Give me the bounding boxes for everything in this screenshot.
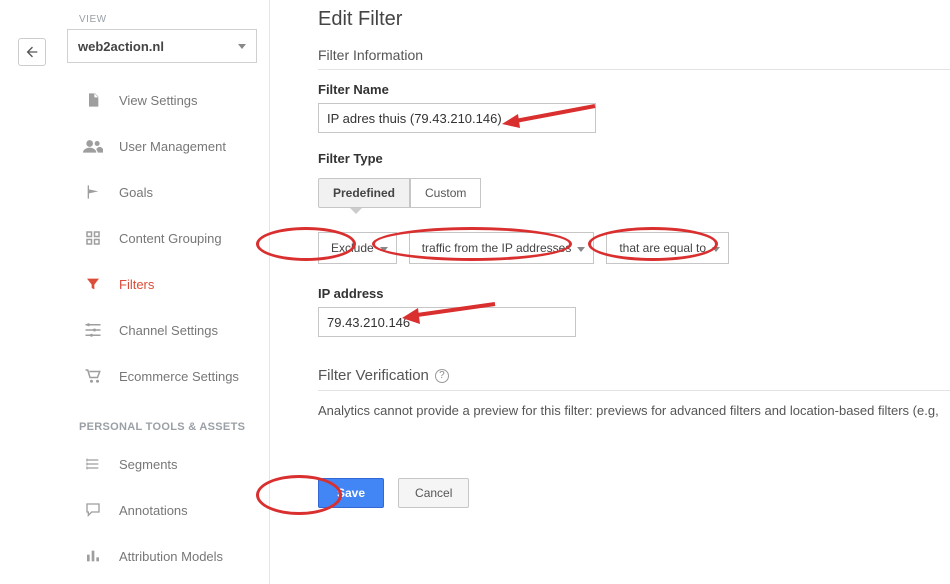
- sidebar-item-label: View Settings: [119, 93, 198, 108]
- chevron-down-icon: [712, 247, 720, 252]
- divider: [318, 390, 950, 391]
- sidebar-item-label: Filters: [119, 277, 154, 292]
- filter-name-label: Filter Name: [318, 82, 950, 97]
- sidebar-item-label: User Management: [119, 139, 226, 154]
- seg-predefined[interactable]: Predefined: [318, 178, 410, 208]
- seg-custom[interactable]: Custom: [410, 178, 481, 208]
- ip-input[interactable]: [318, 307, 576, 337]
- sidebar-item-filters[interactable]: Filters: [55, 261, 269, 307]
- segments-icon: [81, 456, 105, 472]
- chevron-down-icon: [577, 247, 585, 252]
- users-icon: [81, 139, 105, 153]
- grouping-icon: [81, 230, 105, 246]
- sidebar-item-label: Goals: [119, 185, 153, 200]
- dropdown-expression[interactable]: that are equal to: [606, 232, 729, 264]
- channel-icon: [81, 323, 105, 337]
- ip-label: IP address: [318, 286, 950, 301]
- filter-verification-title: Filter Verification ?: [318, 367, 950, 384]
- sidebar-item-label: Ecommerce Settings: [119, 369, 239, 384]
- back-button[interactable]: [18, 38, 46, 66]
- sidebar-item-segments[interactable]: Segments: [55, 441, 269, 487]
- filter-name-input[interactable]: [318, 103, 596, 133]
- filter-type-toggle: Predefined Custom: [318, 178, 481, 208]
- divider: [318, 69, 950, 70]
- sidebar-item-content-grouping[interactable]: Content Grouping: [55, 215, 269, 261]
- speech-icon: [81, 502, 105, 518]
- filter-icon: [81, 276, 105, 292]
- arrow-back-icon: [24, 44, 40, 60]
- sidebar-item-label: Content Grouping: [119, 231, 222, 246]
- save-button[interactable]: Save: [318, 478, 384, 508]
- view-selector[interactable]: web2action.nl: [67, 29, 257, 63]
- sidebar-item-goals[interactable]: Goals: [55, 169, 269, 215]
- sidebar-item-attribution-models[interactable]: Attribution Models: [55, 533, 269, 579]
- chevron-down-icon: [238, 44, 246, 49]
- sidebar-item-label: Attribution Models: [119, 549, 223, 564]
- bars-icon: [81, 548, 105, 564]
- sidebar-item-ecommerce-settings[interactable]: Ecommerce Settings: [55, 353, 269, 399]
- sidebar: VIEW web2action.nl View Settings User Ma…: [55, 0, 270, 584]
- main-content: Edit Filter Filter Information Filter Na…: [270, 0, 950, 584]
- sidebar-item-channel-settings[interactable]: Channel Settings: [55, 307, 269, 353]
- flag-icon: [81, 183, 105, 201]
- dropdown-exclude[interactable]: Exclude: [318, 232, 397, 264]
- cart-icon: [81, 368, 105, 384]
- sidebar-item-user-management[interactable]: User Management: [55, 123, 269, 169]
- seg-pointer-icon: [350, 208, 362, 214]
- sidebar-item-annotations[interactable]: Annotations: [55, 487, 269, 533]
- view-selected: web2action.nl: [78, 39, 164, 54]
- document-icon: [81, 91, 105, 109]
- sidebar-item-label: Segments: [119, 457, 178, 472]
- sidebar-item-view-settings[interactable]: View Settings: [55, 77, 269, 123]
- filter-info-title: Filter Information: [318, 47, 950, 63]
- verify-text: Analytics cannot provide a preview for t…: [318, 403, 950, 418]
- dropdown-traffic-source[interactable]: traffic from the IP addresses: [409, 232, 595, 264]
- filter-type-label: Filter Type: [318, 151, 950, 166]
- personal-tools-header: PERSONAL TOOLS & ASSETS: [79, 421, 269, 433]
- sidebar-item-label: Annotations: [119, 503, 188, 518]
- sidebar-item-label: Channel Settings: [119, 323, 218, 338]
- cancel-button[interactable]: Cancel: [398, 478, 469, 508]
- chevron-down-icon: [380, 247, 388, 252]
- view-label: VIEW: [79, 14, 269, 25]
- page-title: Edit Filter: [318, 8, 950, 31]
- help-icon[interactable]: ?: [435, 369, 449, 383]
